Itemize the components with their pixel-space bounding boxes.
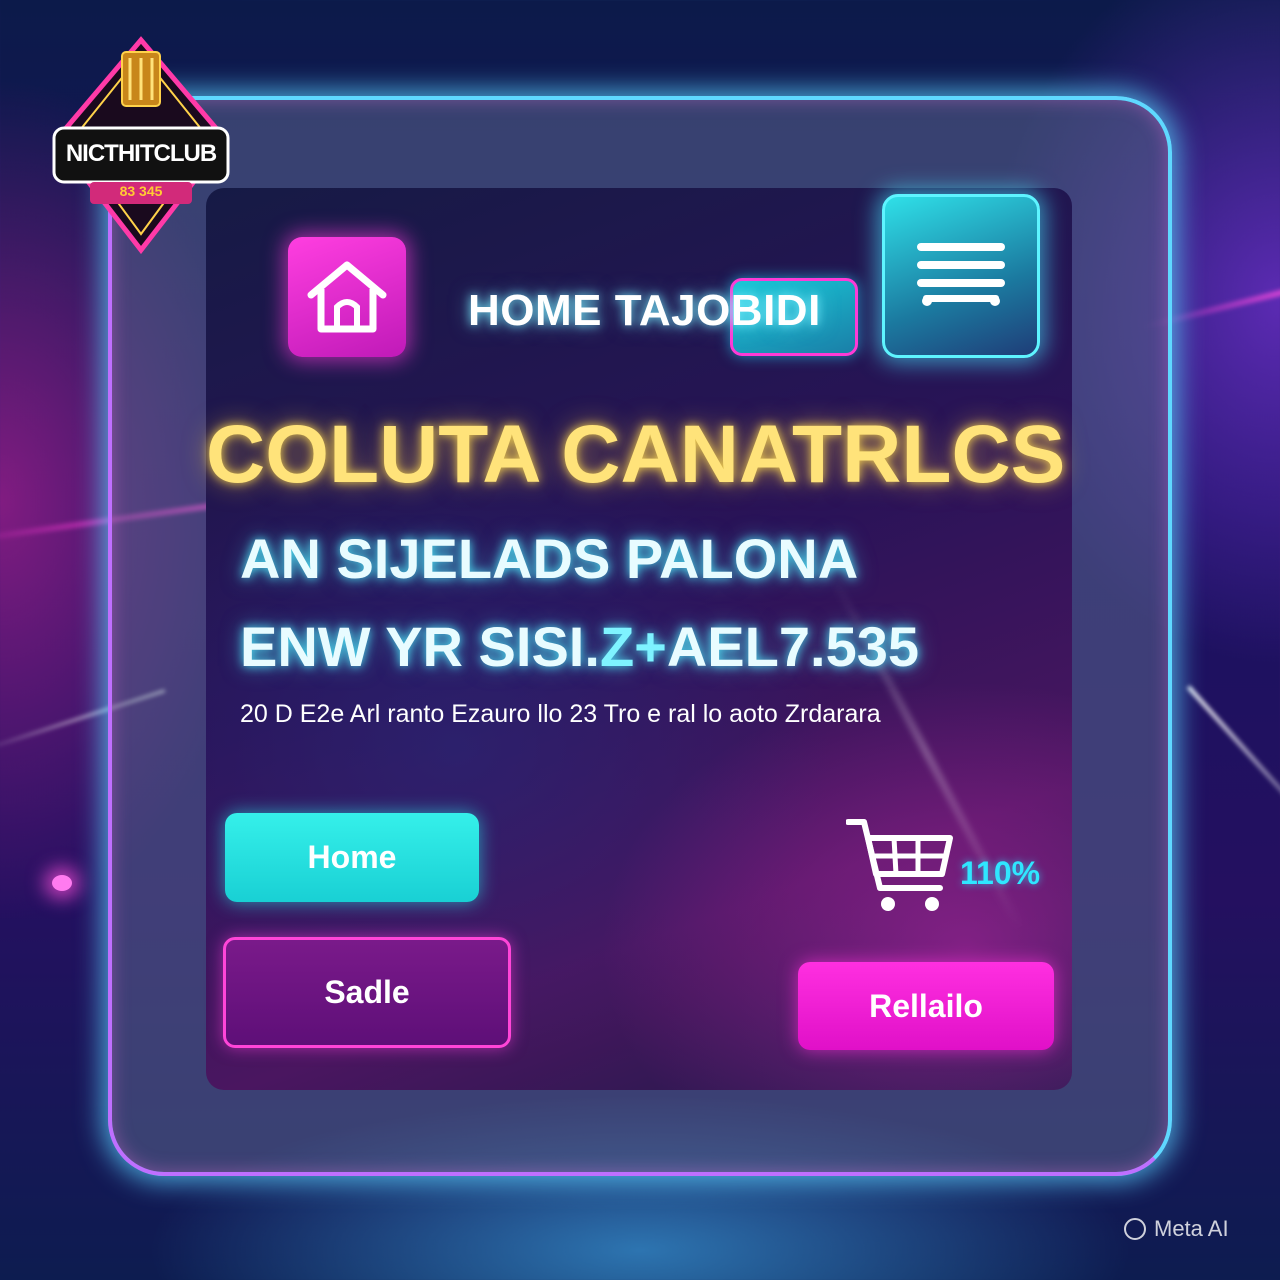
home-button[interactable]: Home [225,813,479,902]
subheading-2-main: ENW YR SISI. [240,615,600,678]
logo-text: NICTHITCLUB [65,140,217,167]
meta-ai-watermark: Meta AI [1124,1216,1229,1242]
cart-percent: 110% [960,855,1041,891]
meta-ai-ring-icon [1124,1218,1146,1240]
home-icon [307,261,387,333]
shopping-cart-icon[interactable] [845,816,956,914]
background-glow-dot [52,875,72,891]
logo-subtext: 83 345 [119,183,163,199]
hero-caption: 20 D E2e Arl ranto Ezauro llo 23 Tro e r… [240,700,881,728]
watermark-text: Meta AI [1154,1216,1229,1241]
sadle-button[interactable]: Sadle [223,937,511,1048]
background-light-streak [1186,685,1280,859]
hero-subheading-1: AN SIJELADS PALONA [240,527,859,590]
home-icon-button[interactable] [288,237,406,357]
hero-headline: COLUTA CANATRLCS [206,409,1066,500]
menu-icon [917,243,1005,306]
menu-button[interactable] [882,194,1040,358]
nightclub-logo: NICTHITCLUB 83 345 [50,36,232,255]
subheading-2-end: AEL7.535 [666,615,919,678]
crown-icon [121,51,161,107]
nav-title[interactable]: HOME TAJOBIDI [468,286,848,342]
subheading-2-accent: Z+ [599,615,667,678]
hero-subheading-2: ENW YR SISI.Z+AEL7.535 [240,614,960,679]
rellailo-button[interactable]: Rellailo [798,962,1054,1050]
